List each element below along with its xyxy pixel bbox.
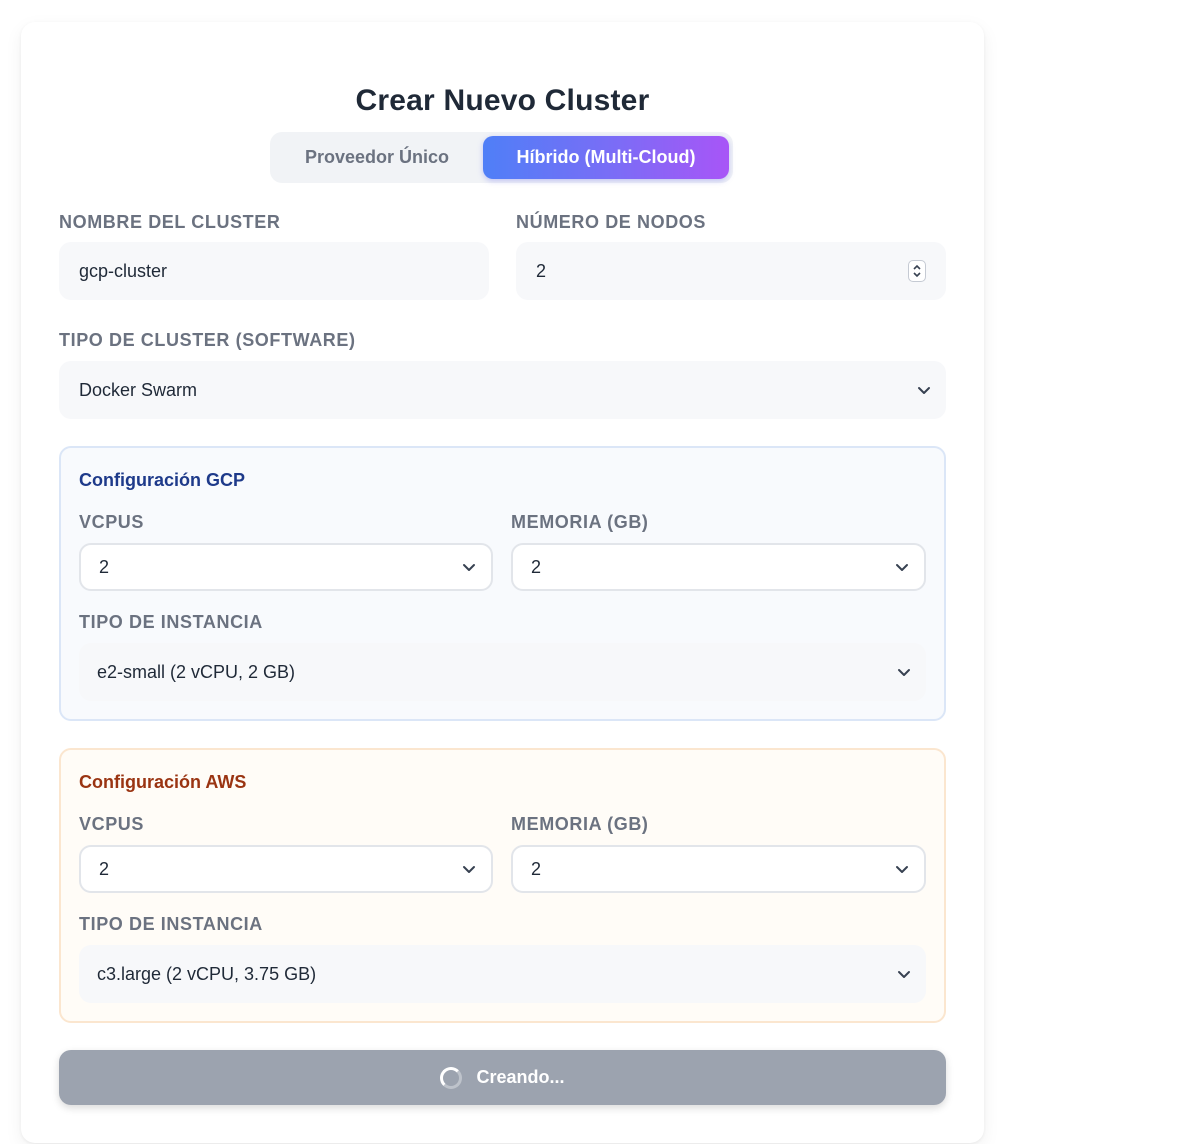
gcp-instance-select[interactable]: e2-small (2 vCPU, 2 GB) [79, 643, 926, 701]
gcp-section-title: Configuración GCP [79, 470, 245, 490]
aws-config-section: Configuración AWS VCPUS 2 MEMORIA (GB) 2… [59, 748, 946, 1023]
gcp-memory-select[interactable]: 2 [511, 543, 926, 591]
gcp-instance-value: e2-small (2 vCPU, 2 GB) [97, 661, 296, 682]
aws-memory-label: MEMORIA (GB) [511, 814, 649, 834]
tab-hybrid[interactable]: Híbrido (Multi-Cloud) [483, 136, 729, 179]
aws-vcpus-label: VCPUS [79, 814, 145, 834]
aws-instance-label: TIPO DE INSTANCIA [79, 914, 263, 934]
gcp-vcpus-value: 2 [99, 556, 110, 577]
node-count-input[interactable]: 2 [516, 242, 946, 300]
mode-toggle: Proveedor Único Híbrido (Multi-Cloud) [270, 132, 733, 183]
cluster-name-label: NOMBRE DEL CLUSTER [59, 212, 281, 232]
gcp-config-section: Configuración GCP VCPUS 2 MEMORIA (GB) 2… [59, 446, 946, 721]
chevron-down-icon [463, 866, 475, 873]
aws-instance-value: c3.large (2 vCPU, 3.75 GB) [97, 963, 317, 984]
page-title: Crear Nuevo Cluster [355, 84, 650, 117]
cluster-type-label: TIPO DE CLUSTER (SOFTWARE) [59, 330, 356, 350]
tab-single-provider[interactable]: Proveedor Único [274, 136, 480, 179]
aws-vcpus-select[interactable]: 2 [79, 845, 493, 893]
chevron-down-icon [463, 564, 475, 571]
node-count-label: NÚMERO DE NODOS [516, 212, 707, 232]
create-cluster-card: Crear Nuevo Cluster Proveedor Único Híbr… [21, 22, 984, 1143]
node-count-value: 2 [536, 260, 547, 281]
chevron-down-icon [896, 564, 908, 571]
aws-memory-value: 2 [531, 858, 542, 879]
gcp-vcpus-select[interactable]: 2 [79, 543, 493, 591]
chevron-down-icon [896, 866, 908, 873]
cluster-type-select[interactable]: Docker Swarm [59, 361, 946, 419]
chevron-down-icon [898, 669, 910, 676]
create-button-label: Creando... [476, 1067, 565, 1087]
aws-section-title: Configuración AWS [79, 772, 247, 792]
cluster-type-value: Docker Swarm [79, 379, 198, 400]
create-cluster-button[interactable]: Creando... [59, 1050, 946, 1105]
chevron-down-icon [918, 387, 930, 394]
spinner-icon [440, 1066, 463, 1089]
gcp-instance-label: TIPO DE INSTANCIA [79, 612, 263, 632]
chevron-down-icon [898, 971, 910, 978]
gcp-memory-label: MEMORIA (GB) [511, 512, 649, 532]
cluster-name-input[interactable]: gcp-cluster [59, 242, 489, 300]
aws-vcpus-value: 2 [99, 858, 110, 879]
aws-memory-select[interactable]: 2 [511, 845, 926, 893]
gcp-vcpus-label: VCPUS [79, 512, 145, 532]
stepper-icon[interactable] [908, 260, 926, 282]
gcp-memory-value: 2 [531, 556, 542, 577]
aws-instance-select[interactable]: c3.large (2 vCPU, 3.75 GB) [79, 945, 926, 1003]
cluster-name-value: gcp-cluster [79, 260, 168, 281]
